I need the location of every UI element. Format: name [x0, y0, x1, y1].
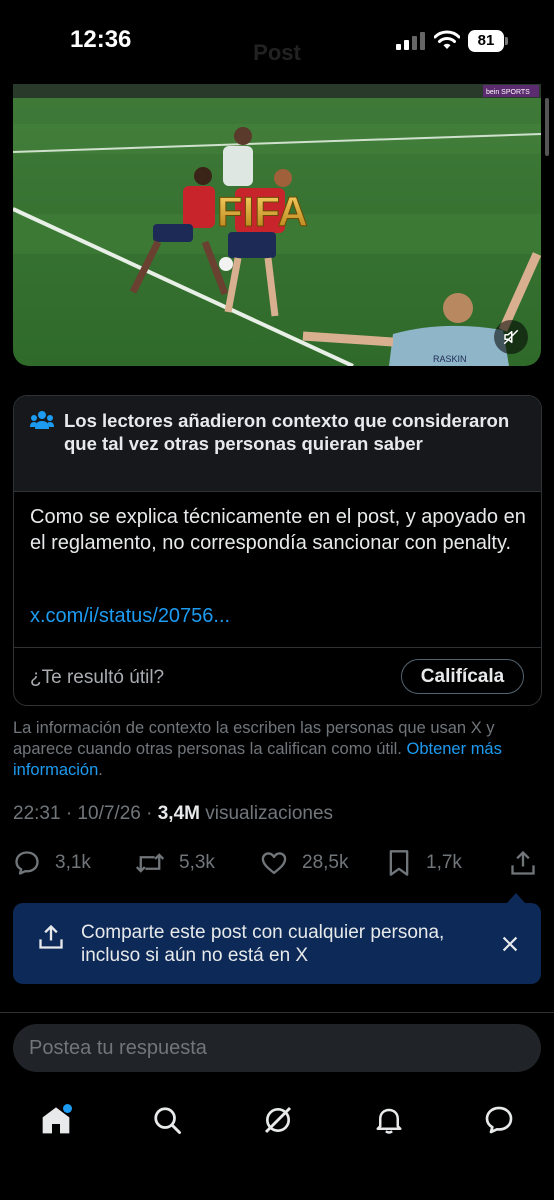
- wifi-icon: [434, 30, 460, 49]
- close-icon[interactable]: [499, 933, 521, 955]
- rate-note-button[interactable]: Califícala: [401, 659, 524, 694]
- like-count: 28,5k: [302, 852, 349, 873]
- community-note-footer: ¿Te resultó útil? Califícala: [14, 647, 541, 705]
- post-datetime: 22:31 · 10/7/26 ·: [13, 803, 158, 824]
- helpful-question: ¿Te resultó útil?: [30, 667, 165, 688]
- reply-button[interactable]: 3,1k: [13, 845, 91, 881]
- bookmark-count: 1,7k: [426, 852, 462, 873]
- nav-messages[interactable]: [479, 1100, 519, 1140]
- context-info: La información de contexto la escriben l…: [13, 718, 538, 781]
- nav-grok[interactable]: [258, 1100, 298, 1140]
- scrollbar[interactable]: [545, 98, 549, 156]
- share-banner: Comparte este post con cualquier persona…: [13, 903, 541, 984]
- repost-icon: [135, 853, 165, 873]
- battery-icon: 81: [468, 30, 508, 52]
- grok-icon: [264, 1106, 292, 1134]
- jersey-name: RASKIN: [433, 354, 467, 364]
- broadcaster-logo: bein SPORTS: [486, 89, 530, 96]
- video-frame: FIFA bein SPORTS RASKIN: [13, 84, 541, 366]
- cellular-signal-icon: [396, 32, 425, 50]
- community-note: Los lectores añadieron contexto que cons…: [13, 395, 542, 706]
- share-icon: [511, 850, 535, 875]
- views-count: 3,4M: [157, 803, 200, 824]
- repost-count: 5,3k: [179, 852, 215, 873]
- repost-button[interactable]: 5,3k: [135, 845, 215, 881]
- community-note-title: Los lectores añadieron contexto que cons…: [64, 410, 510, 454]
- community-note-header: Los lectores añadieron contexto que cons…: [14, 396, 541, 492]
- nav-search[interactable]: [147, 1100, 187, 1140]
- reply-composer[interactable]: [13, 1024, 541, 1072]
- post-video[interactable]: FIFA bein SPORTS RASKIN: [13, 84, 541, 366]
- views-label: visualizaciones: [199, 803, 334, 824]
- divider: [0, 1012, 554, 1013]
- bell-icon: [376, 1108, 402, 1134]
- bookmark-button[interactable]: 1,7k: [386, 845, 462, 881]
- reply-input[interactable]: [29, 1024, 509, 1072]
- bookmark-icon: [389, 850, 409, 876]
- post-actions: 3,1k 5,3k 28,5k 1,7k: [0, 845, 554, 881]
- community-note-link[interactable]: x.com/i/status/20756...: [30, 605, 230, 628]
- reply-count: 3,1k: [55, 852, 91, 873]
- share-icon: [39, 924, 63, 949]
- like-button[interactable]: 28,5k: [260, 845, 348, 881]
- heart-icon: [261, 852, 287, 875]
- messages-icon: [485, 1106, 513, 1134]
- post-meta: 22:31 · 10/7/26 · 3,4M visualizaciones: [13, 803, 333, 825]
- context-info-suffix: .: [98, 761, 103, 779]
- people-icon: [30, 411, 54, 429]
- bottom-nav: [0, 1090, 554, 1150]
- share-button[interactable]: [509, 845, 537, 881]
- muted-speaker-icon: [503, 329, 519, 345]
- video-overlay-text: FIFA: [217, 188, 308, 235]
- nav-notifications[interactable]: [369, 1100, 409, 1140]
- notification-dot: [63, 1104, 72, 1113]
- search-icon: [154, 1107, 181, 1134]
- battery-level: 81: [468, 30, 504, 52]
- nav-home[interactable]: [36, 1100, 76, 1140]
- community-note-body: Como se explica técnicamente en el post,…: [30, 506, 526, 554]
- mute-toggle-button[interactable]: [494, 320, 528, 354]
- share-banner-text: Comparte este post con cualquier persona…: [81, 922, 445, 966]
- reply-icon: [15, 851, 39, 875]
- status-bar: 12:36 Post 81: [0, 0, 554, 84]
